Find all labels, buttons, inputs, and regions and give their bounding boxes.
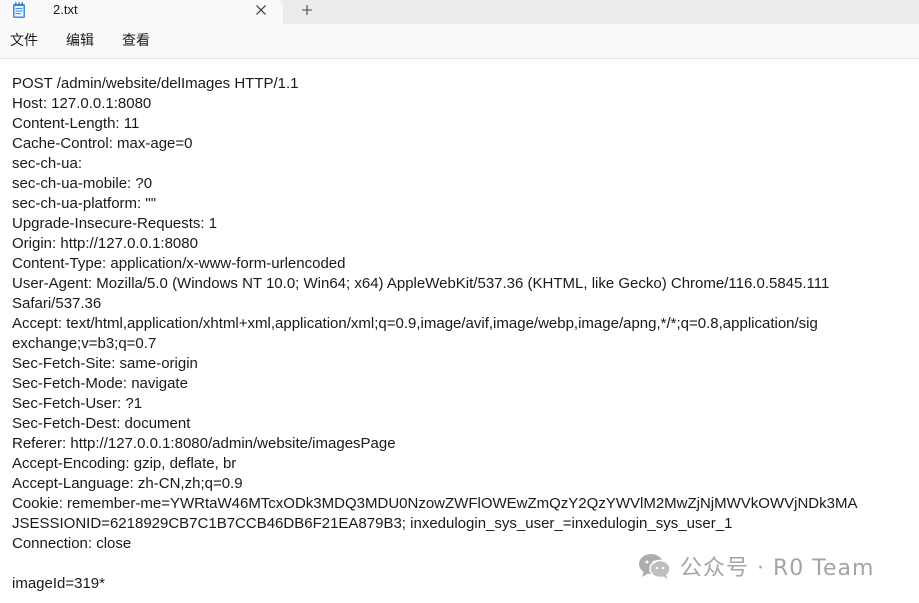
text-line: User-Agent: Mozilla/5.0 (Windows NT 10.0… — [12, 275, 830, 292]
text-line: Accept-Language: zh-CN,zh;q=0.9 — [12, 475, 243, 492]
wechat-icon — [638, 552, 672, 580]
text-line: Cookie: remember-me=YWRtaW46MTcxODk3MDQ3… — [12, 495, 858, 512]
text-line: exchange;v=b3;q=0.7 — [12, 335, 157, 352]
watermark-text: 公众号 · R0 Team — [680, 556, 875, 581]
menu-file[interactable]: 文件 — [10, 33, 38, 49]
text-line: Referer: http://127.0.0.1:8080/admin/web… — [12, 435, 396, 452]
text-line: Sec-Fetch-Mode: navigate — [12, 375, 188, 392]
text-line: POST /admin/website/delImages HTTP/1.1 — [12, 75, 299, 92]
text-line: sec-ch-ua-mobile: ?0 — [12, 175, 153, 192]
plus-icon[interactable] — [298, 1, 316, 19]
text-line: Sec-Fetch-Dest: document — [12, 415, 191, 432]
text-line: Content-Type: application/x-www-form-url… — [12, 255, 346, 272]
document-lines: POST /admin/website/delImages HTTP/1.1 H… — [12, 74, 857, 594]
text-line: sec-ch-ua-platform: "" — [12, 195, 157, 212]
text-line: Host: 127.0.0.1:8080 — [12, 95, 152, 112]
close-icon[interactable] — [253, 2, 269, 18]
watermark: 公众号 · R0 Team — [638, 550, 874, 582]
text-line: Safari/537.36 — [12, 295, 102, 312]
text-line: Sec-Fetch-Site: same-origin — [12, 355, 198, 372]
text-line: Upgrade-Insecure-Requests: 1 — [12, 215, 218, 232]
text-line: Accept-Encoding: gzip, deflate, br — [12, 455, 237, 472]
menu-bar: 文件 编辑 查看 — [0, 24, 919, 59]
text-editor[interactable]: POST /admin/website/delImages HTTP/1.1 H… — [0, 59, 919, 603]
notepad-icon — [12, 2, 26, 19]
tab-2-txt[interactable]: 2.txt — [0, 0, 283, 24]
text-line: JSESSIONID=6218929CB7C1B7CCB46DB6F21EA87… — [12, 515, 733, 532]
text-line: Content-Length: 11 — [12, 115, 140, 132]
menu-edit[interactable]: 编辑 — [66, 33, 94, 49]
notepad-window: 2.txt 文件 编辑 查看 POST /admin/website/delIm… — [0, 0, 919, 603]
tab-bar: 2.txt — [0, 0, 919, 24]
menu-view[interactable]: 查看 — [122, 33, 150, 49]
text-line: Cache-Control: max-age=0 — [12, 135, 193, 152]
text-line: sec-ch-ua: — [12, 155, 83, 172]
text-line: Origin: http://127.0.0.1:8080 — [12, 235, 198, 252]
tab-title: 2.txt — [53, 2, 78, 17]
text-line: Accept: text/html,application/xhtml+xml,… — [12, 315, 818, 332]
text-line: Sec-Fetch-User: ?1 — [12, 395, 143, 412]
